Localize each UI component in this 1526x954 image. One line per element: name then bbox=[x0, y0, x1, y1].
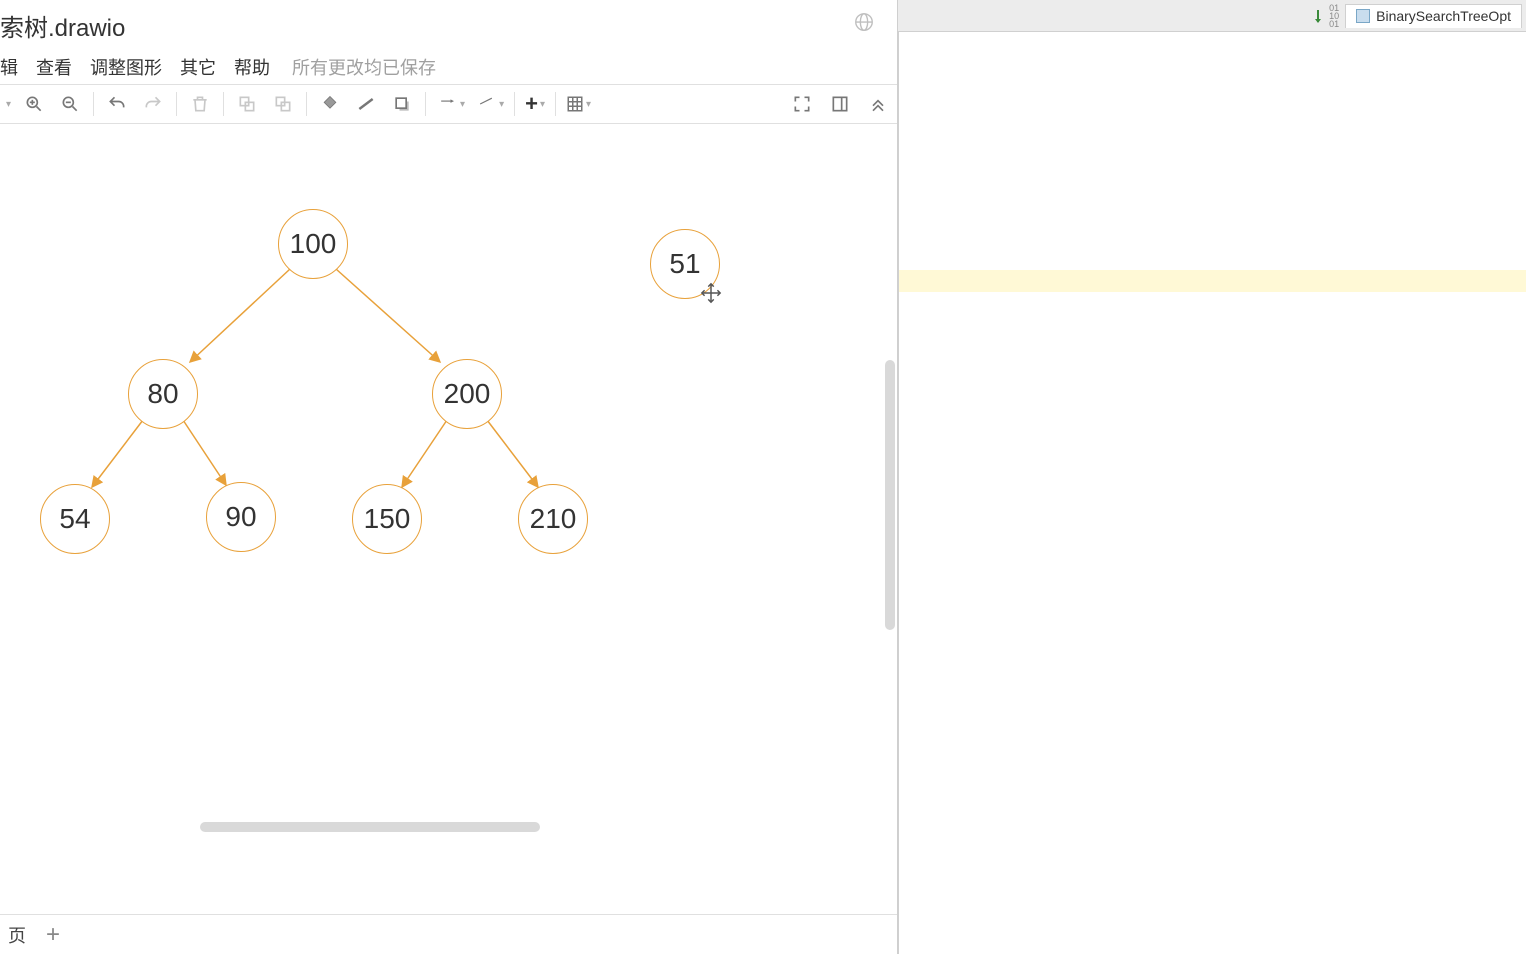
sort-members-icon[interactable]: 011001 bbox=[1315, 4, 1339, 28]
shadow-icon[interactable] bbox=[389, 91, 415, 117]
tree-node-100[interactable]: 100 bbox=[278, 209, 348, 279]
separator bbox=[514, 92, 515, 116]
fill-color-icon[interactable] bbox=[317, 91, 343, 117]
vertical-scrollbar[interactable] bbox=[885, 360, 895, 630]
connection-dropdown[interactable]: ▾ bbox=[436, 97, 465, 111]
menu-bar: 辑 查看 调整图形 其它 帮助 所有更改均已保存 bbox=[0, 50, 897, 84]
tree-node-210[interactable]: 210 bbox=[518, 484, 588, 554]
separator bbox=[176, 92, 177, 116]
to-front-icon[interactable] bbox=[234, 91, 260, 117]
menu-extras[interactable]: 其它 bbox=[180, 54, 216, 80]
separator bbox=[93, 92, 94, 116]
collapse-icon[interactable] bbox=[865, 91, 891, 117]
drawing-canvas[interactable]: 100 80 200 54 90 150 210 51 bbox=[0, 124, 897, 834]
to-back-icon[interactable] bbox=[270, 91, 296, 117]
ide-file-name: BinarySearchTreeOpt bbox=[1376, 8, 1511, 24]
save-status: 所有更改均已保存 bbox=[292, 54, 436, 80]
tree-node-200[interactable]: 200 bbox=[432, 359, 502, 429]
zoom-out-icon[interactable] bbox=[57, 91, 83, 117]
ide-editor[interactable] bbox=[898, 32, 1526, 954]
waypoints-dropdown[interactable]: ▾ bbox=[475, 97, 504, 111]
redo-icon[interactable] bbox=[140, 91, 166, 117]
separator bbox=[306, 92, 307, 116]
menu-help[interactable]: 帮助 bbox=[234, 54, 270, 80]
insert-dropdown[interactable]: +▾ bbox=[525, 91, 545, 117]
drawio-app: 索树.drawio 辑 查看 调整图形 其它 帮助 所有更改均已保存 ▾ bbox=[0, 0, 898, 954]
separator bbox=[223, 92, 224, 116]
tree-node-90[interactable]: 90 bbox=[206, 482, 276, 552]
page-tab-current[interactable]: 页 bbox=[8, 922, 26, 948]
ide-file-tab[interactable]: BinarySearchTreeOpt bbox=[1345, 4, 1522, 28]
menu-edit[interactable]: 辑 bbox=[0, 54, 18, 80]
java-file-icon bbox=[1356, 9, 1370, 23]
menu-arrange[interactable]: 调整图形 bbox=[90, 54, 162, 80]
separator bbox=[555, 92, 556, 116]
file-name[interactable]: 索树.drawio bbox=[0, 8, 125, 43]
menu-view[interactable]: 查看 bbox=[36, 54, 72, 80]
tree-node-150[interactable]: 150 bbox=[352, 484, 422, 554]
undo-icon[interactable] bbox=[104, 91, 130, 117]
move-cursor-icon bbox=[700, 282, 722, 309]
tree-node-80[interactable]: 80 bbox=[128, 359, 198, 429]
delete-icon[interactable] bbox=[187, 91, 213, 117]
toolbar: ▾ bbox=[0, 84, 897, 124]
table-dropdown[interactable]: ▾ bbox=[566, 95, 591, 113]
separator bbox=[425, 92, 426, 116]
ide-panel: 011001 BinarySearchTreeOpt bbox=[898, 0, 1526, 954]
zoom-dropdown[interactable]: ▾ bbox=[6, 99, 11, 110]
page-tab-bar: 页 + bbox=[0, 914, 897, 954]
tree-node-54[interactable]: 54 bbox=[40, 484, 110, 554]
line-color-icon[interactable] bbox=[353, 91, 379, 117]
format-panel-icon[interactable] bbox=[827, 91, 853, 117]
language-icon[interactable] bbox=[853, 11, 875, 39]
ide-current-line-highlight bbox=[899, 270, 1526, 292]
ide-tab-bar: 011001 BinarySearchTreeOpt bbox=[898, 0, 1526, 32]
add-page-button[interactable]: + bbox=[46, 921, 60, 949]
fullscreen-icon[interactable] bbox=[789, 91, 815, 117]
zoom-in-icon[interactable] bbox=[21, 91, 47, 117]
tree-edges bbox=[0, 124, 897, 834]
horizontal-scrollbar[interactable] bbox=[200, 822, 540, 832]
title-bar: 索树.drawio bbox=[0, 0, 897, 50]
